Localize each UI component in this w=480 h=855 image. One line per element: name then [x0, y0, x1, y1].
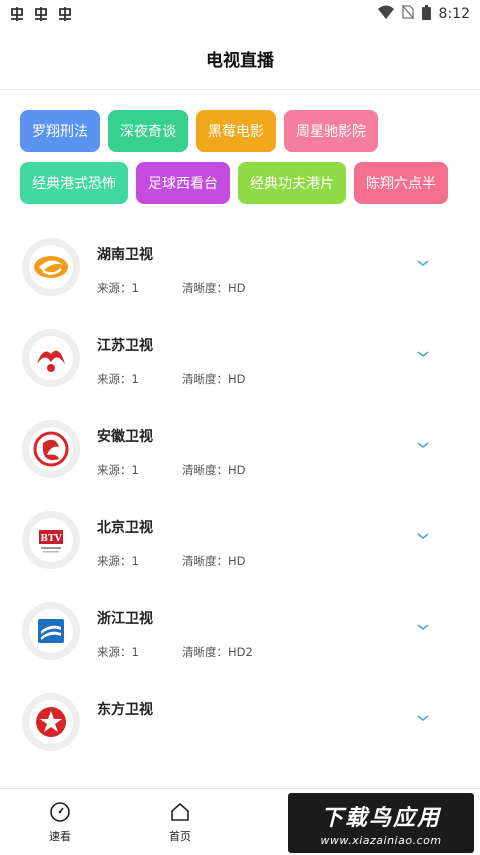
- channel-item[interactable]: 安徽卫视 来源：1 清晰度：HD: [0, 420, 480, 511]
- tag-chip[interactable]: 陈翔六点半: [354, 162, 448, 204]
- tag-label: 足球西看台: [148, 176, 218, 192]
- channel-quality: 清晰度：HD: [182, 372, 246, 386]
- tag-chip[interactable]: 深夜奇谈: [108, 110, 188, 152]
- anhui-tv-logo-icon: [22, 420, 80, 478]
- tag-label: 深夜奇谈: [120, 124, 176, 140]
- notification-icons: [8, 6, 74, 22]
- channel-name: 湖南卫视: [97, 247, 153, 263]
- battery-icon: [421, 4, 431, 24]
- channel-name: 北京卫视: [97, 520, 153, 536]
- compass-icon: [50, 801, 70, 822]
- channel-quality: 清晰度：HD: [182, 281, 246, 295]
- channel-quality: 清晰度：HD: [182, 463, 246, 477]
- watermark-logo: 下载鸟应用 www.xiazainiao.com: [288, 793, 474, 853]
- channel-source: 来源：1: [97, 554, 139, 568]
- app-notification-icon: [32, 6, 50, 22]
- channel-item[interactable]: 江苏卫视 来源：1 清晰度：HD: [0, 329, 480, 420]
- tag-chip[interactable]: 足球西看台: [136, 162, 230, 204]
- chevron-down-icon[interactable]: [416, 713, 430, 723]
- channel-source: 来源：1: [97, 645, 139, 659]
- chevron-down-icon[interactable]: [416, 622, 430, 632]
- hunan-tv-logo-icon: [22, 238, 80, 296]
- channel-quality: 清晰度：HD: [182, 554, 246, 568]
- channel-item[interactable]: BTV 北京卫视 来源：1 清晰度：HD: [0, 511, 480, 602]
- tag-label: 黑莓电影: [208, 124, 264, 140]
- channel-list: 湖南卫视 来源：1 清晰度：HD 江苏卫视 来源：1 清晰度：HD 安徽卫视 来源：…: [0, 238, 480, 784]
- nav-label: 首页: [169, 829, 191, 843]
- channel-source: 来源：1: [97, 372, 139, 386]
- jiangsu-tv-logo-icon: [22, 329, 80, 387]
- channel-item[interactable]: 浙江卫视 来源：1 清晰度：HD2: [0, 602, 480, 693]
- page-title: 电视直播: [206, 51, 274, 71]
- home-icon: [171, 802, 189, 821]
- no-sim-icon: [401, 4, 415, 23]
- watermark-title: 下载鸟应用: [320, 805, 441, 831]
- channel-quality: 清晰度：HD2: [182, 645, 253, 659]
- clock-time: 8:12: [438, 6, 470, 22]
- channel-source: 来源：1: [97, 463, 139, 477]
- channel-source: 来源：1: [97, 281, 139, 295]
- chevron-down-icon[interactable]: [416, 349, 430, 359]
- dragon-tv-logo-icon: [22, 693, 80, 751]
- app-notification-icon: [56, 6, 74, 22]
- channel-name: 浙江卫视: [97, 611, 153, 627]
- channel-item[interactable]: 湖南卫视 来源：1 清晰度：HD: [0, 238, 480, 329]
- wifi-icon: [377, 5, 394, 23]
- zhejiang-tv-logo-icon: [22, 602, 80, 660]
- category-tags: 罗翔刑法 深夜奇谈 黑莓电影 周星驰影院 经典港式恐怖 足球西看台 经典功夫港片…: [0, 90, 480, 212]
- tag-chip[interactable]: 经典功夫港片: [238, 162, 346, 204]
- nav-quick-view[interactable]: 速看: [0, 789, 120, 855]
- btv-logo-icon: BTV: [22, 511, 80, 569]
- nav-home[interactable]: 首页: [120, 789, 240, 855]
- tag-label: 经典港式恐怖: [32, 176, 116, 192]
- watermark-url: www.xiazainiao.com: [320, 833, 442, 847]
- tag-label: 经典功夫港片: [250, 176, 334, 192]
- tag-chip[interactable]: 黑莓电影: [196, 110, 276, 152]
- tag-chip[interactable]: 罗翔刑法: [20, 110, 100, 152]
- chevron-down-icon[interactable]: [416, 258, 430, 268]
- tag-chip[interactable]: 经典港式恐怖: [20, 162, 128, 204]
- nav-label: 速看: [49, 829, 71, 843]
- tag-label: 陈翔六点半: [366, 176, 436, 192]
- btv-logo-text: BTV: [40, 534, 62, 544]
- tag-label: 罗翔刑法: [32, 124, 88, 140]
- status-bar: 8:12: [0, 0, 480, 28]
- channel-item[interactable]: 东方卫视: [0, 693, 480, 784]
- chevron-down-icon[interactable]: [416, 531, 430, 541]
- chevron-down-icon[interactable]: [416, 440, 430, 450]
- tag-chip[interactable]: 周星驰影院: [284, 110, 378, 152]
- header: 电视直播: [0, 28, 480, 90]
- app-notification-icon: [8, 6, 26, 22]
- channel-name: 东方卫视: [97, 702, 153, 718]
- channel-name: 江苏卫视: [97, 338, 153, 354]
- channel-name: 安徽卫视: [97, 429, 153, 445]
- tag-label: 周星驰影院: [296, 124, 366, 140]
